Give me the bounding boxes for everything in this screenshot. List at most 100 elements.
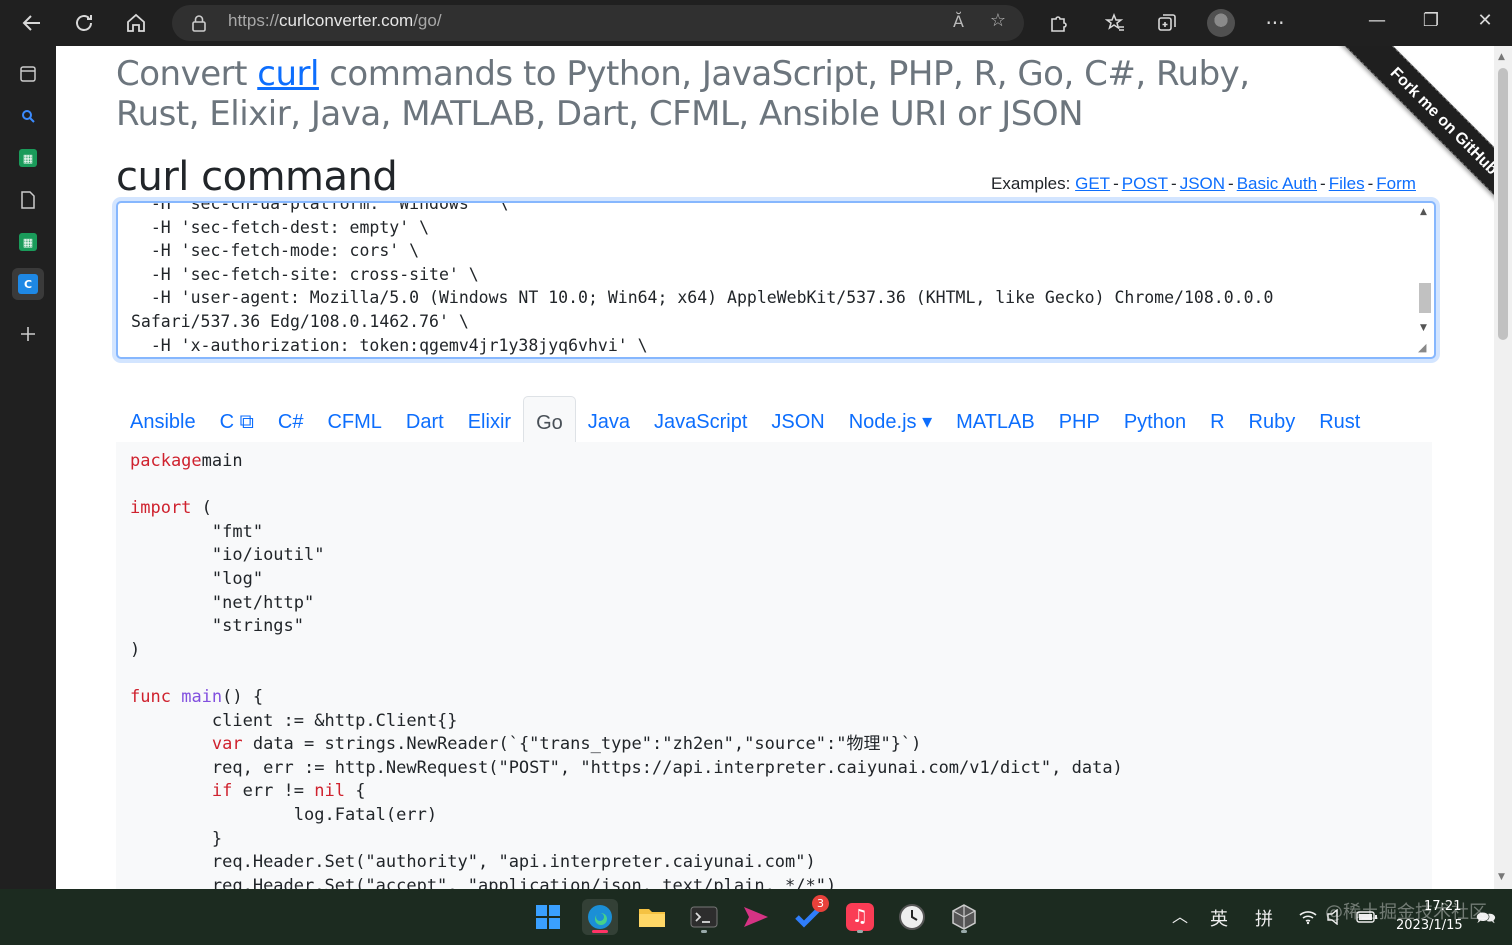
clock-app-button[interactable] — [894, 899, 930, 935]
code-line: log.Fatal(err) — [130, 804, 1123, 828]
todo-button[interactable]: 3 — [790, 895, 829, 935]
tab-csharp[interactable]: C# — [266, 396, 316, 442]
curl-command-input[interactable]: -H 'sec-ch-ua-platform: "Windows"' \ -H … — [116, 201, 1436, 359]
close-icon[interactable]: ✕ — [1470, 10, 1500, 31]
running-indicator — [961, 930, 967, 933]
section-title: curl command — [116, 154, 398, 200]
send-app-button[interactable] — [738, 899, 774, 935]
minimize-button[interactable]: — — [1362, 10, 1392, 31]
fork-me-ribbon[interactable]: Fork me on GitHub — [1340, 46, 1494, 225]
search-icon[interactable] — [12, 100, 44, 132]
tab-dart[interactable]: Dart — [394, 396, 456, 442]
windows-taskbar: 3 ♫ ︿ 英 拼 17:21 2023/1/15 🗪 — [0, 889, 1512, 945]
separator: - — [1320, 174, 1326, 193]
tab-json[interactable]: JSON — [759, 396, 836, 442]
example-files-link[interactable]: Files — [1329, 174, 1365, 193]
ime-language-indicator[interactable]: 英 — [1210, 905, 1228, 931]
more-menu-button[interactable]: ··· — [1259, 7, 1291, 39]
url-text[interactable]: https://curlconverter.com/go/ — [228, 11, 442, 31]
wifi-icon[interactable] — [1298, 909, 1318, 925]
code-line: packagemain — [130, 450, 1123, 474]
tab-javascript[interactable]: JavaScript — [642, 396, 759, 442]
paper-plane-icon — [744, 907, 768, 927]
page-scrollbar[interactable]: ▲ ▼ — [1494, 46, 1512, 889]
separator: - — [1367, 174, 1374, 193]
tab-cfml[interactable]: CFML — [315, 396, 393, 442]
code-token: func — [130, 686, 171, 707]
sidebar-app-1-icon[interactable]: ▦ — [12, 142, 44, 174]
tab-nodejs[interactable]: Node.js ▾ — [837, 396, 944, 442]
curl-link[interactable]: curl — [257, 54, 319, 94]
scroll-up-icon[interactable]: ▲ — [1498, 52, 1505, 62]
document-icon[interactable] — [12, 184, 44, 216]
tab-c[interactable]: C ⧉ — [208, 396, 266, 442]
code-token: "log" — [130, 568, 264, 589]
tab-python[interactable]: Python — [1112, 396, 1198, 442]
refresh-button[interactable] — [68, 7, 100, 39]
extensions-icon[interactable] — [1042, 7, 1074, 39]
example-basic-auth-link[interactable]: Basic Auth — [1237, 174, 1317, 193]
code-line: if err != nil { — [130, 780, 1123, 804]
curl-scroll-thumb[interactable] — [1419, 283, 1431, 313]
curl-command-text[interactable]: -H 'sec-ch-ua-platform: "Windows"' \ -H … — [131, 203, 1411, 357]
examples-row: Examples: GET - POST - JSON - Basic Auth - Files… — [991, 174, 1416, 194]
music-button[interactable]: ♫ — [842, 899, 878, 935]
unity-button[interactable] — [946, 899, 982, 935]
tab-elixir[interactable]: Elixir — [456, 396, 523, 442]
curl-input-scrollbar[interactable]: ▲ ▼ ◢ — [1416, 205, 1432, 355]
tab-ruby[interactable]: Ruby — [1237, 396, 1308, 442]
restore-button[interactable]: ❐ — [1416, 10, 1446, 31]
code-token: client := &http.Client{} — [130, 710, 458, 731]
terminal-button[interactable] — [686, 899, 722, 935]
separator: - — [1113, 174, 1119, 193]
tab-actions-icon[interactable] — [12, 58, 44, 90]
tab-matlab[interactable]: MATLAB — [944, 396, 1047, 442]
read-aloud-icon[interactable]: Ă — [953, 12, 964, 31]
scroll-down-icon[interactable]: ▼ — [1420, 323, 1427, 333]
file-explorer-button[interactable] — [634, 899, 670, 935]
code-line: import ( — [130, 497, 1123, 521]
tab-go[interactable]: Go — [523, 396, 576, 442]
code-line: "strings" — [130, 615, 1123, 639]
start-button[interactable] — [530, 899, 566, 935]
add-favorite-icon[interactable]: ☆ — [990, 10, 1006, 31]
code-line: "io/ioutil" — [130, 544, 1123, 568]
code-token: ( — [191, 498, 212, 519]
add-icon[interactable] — [12, 318, 44, 350]
scroll-up-icon[interactable]: ▲ — [1420, 207, 1427, 217]
curlconverter-tab-icon[interactable]: C — [12, 268, 44, 300]
tab-r[interactable]: R — [1198, 396, 1236, 442]
collections-icon[interactable] — [1151, 7, 1183, 39]
page-scroll-thumb[interactable] — [1498, 68, 1508, 340]
web-page: Convert curl commands to Python, JavaScr… — [56, 46, 1494, 889]
watermark-text: @稀土掘金技术社区 — [1325, 902, 1487, 923]
resize-handle-icon[interactable]: ◢ — [1418, 341, 1426, 354]
example-post-link[interactable]: POST — [1122, 174, 1168, 193]
code-line: func main() { — [130, 686, 1123, 710]
tab-php[interactable]: PHP — [1047, 396, 1112, 442]
generated-code-panel: packagemain import ( "fmt" "io/ioutil" "… — [116, 442, 1432, 889]
back-button[interactable] — [16, 7, 48, 39]
code-line: "log" — [130, 568, 1123, 592]
code-line: "fmt" — [130, 521, 1123, 545]
profile-avatar[interactable] — [1207, 9, 1235, 37]
code-line: } — [130, 828, 1123, 852]
address-bar[interactable]: https://curlconverter.com/go/ Ă ☆ — [172, 5, 1024, 41]
edge-taskbar-button[interactable] — [582, 899, 618, 935]
home-button[interactable] — [120, 7, 152, 39]
example-json-link[interactable]: JSON — [1180, 174, 1225, 193]
tab-rust[interactable]: Rust — [1307, 396, 1372, 442]
example-form-link[interactable]: Form — [1376, 174, 1416, 193]
tab-java[interactable]: Java — [576, 396, 642, 442]
favorites-icon[interactable] — [1099, 7, 1131, 39]
show-hidden-icons-button[interactable]: ︿ — [1172, 903, 1188, 927]
terminal-icon — [690, 906, 718, 928]
code-token: "io/ioutil" — [130, 545, 325, 566]
scroll-down-icon[interactable]: ▼ — [1498, 872, 1505, 882]
language-tabs: Ansible C ⧉ C# CFML Dart Elixir Go Java JavaScri… — [118, 396, 1372, 442]
tab-ansible[interactable]: Ansible — [118, 396, 208, 442]
ime-mode-indicator[interactable]: 拼 — [1255, 905, 1273, 931]
example-get-link[interactable]: GET — [1075, 174, 1110, 193]
sidebar-app-2-icon[interactable]: ▦ — [12, 226, 44, 258]
